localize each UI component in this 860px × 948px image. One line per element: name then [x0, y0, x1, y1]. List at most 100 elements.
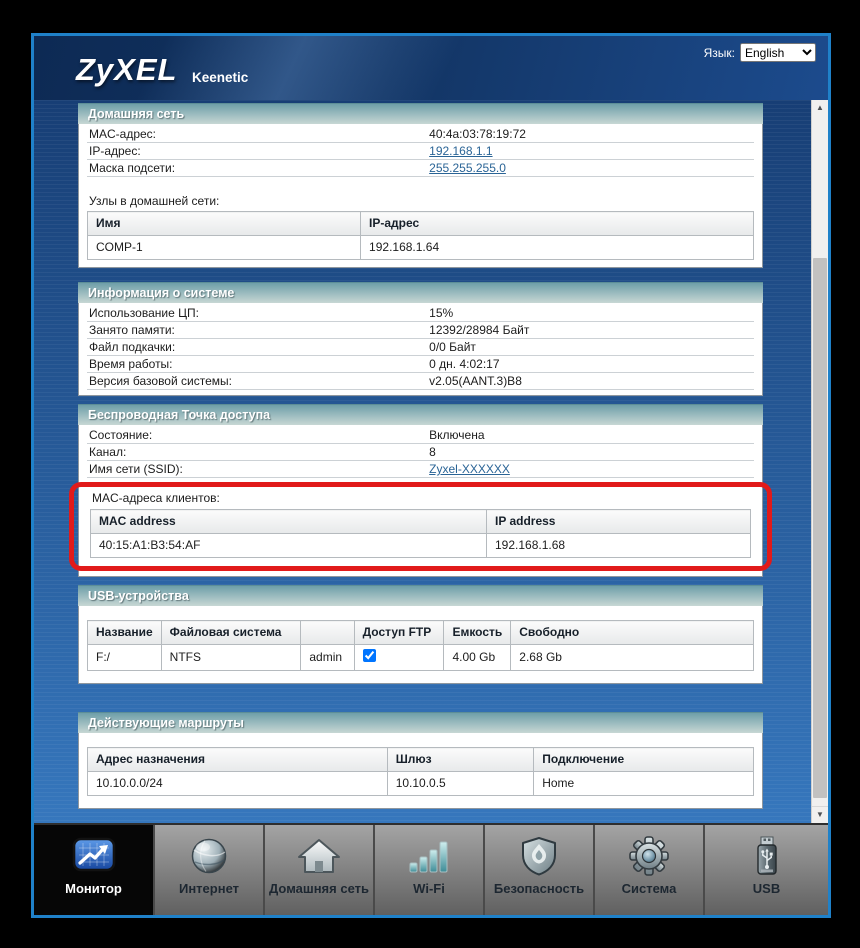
section-wireless-ap: Беспроводная Точка доступа Состояние: Вк…: [78, 404, 763, 577]
vertical-scrollbar[interactable]: ▲ ▼: [811, 100, 828, 823]
route-interface: Home: [534, 772, 754, 796]
client-mac: 40:15:A1:B3:54:AF: [91, 534, 487, 558]
column-header: IP address: [487, 510, 751, 534]
row-value: 40:4a:03:78:19:72: [429, 126, 526, 142]
model-name: Keenetic: [192, 70, 248, 85]
section-title: Домашняя сеть: [78, 103, 763, 124]
cpu-usage-value: 15%: [429, 305, 453, 321]
tab-system[interactable]: Система: [595, 825, 705, 915]
row-label: Версия базовой системы:: [87, 373, 429, 389]
usb-capacity: 4.00 Gb: [444, 645, 511, 671]
route-destination: 10.10.0.0/24: [88, 772, 388, 796]
row-label: Использование ЦП:: [87, 305, 429, 321]
router-admin-window: ZyXEL Keenetic Язык: English Домашняя се…: [31, 33, 831, 918]
info-row: Маска подсети: 255.255.255.0: [87, 160, 754, 177]
info-row: Версия базовой системы: v2.05(AANT.3)B8: [87, 373, 754, 390]
tab-home-network[interactable]: Домашняя сеть: [265, 825, 375, 915]
column-header: Емкость: [444, 621, 511, 645]
wifi-channel-value: 8: [429, 444, 436, 460]
tab-internet[interactable]: Интернет: [155, 825, 265, 915]
row-label: Состояние:: [87, 427, 429, 443]
column-header: Шлюз: [387, 748, 534, 772]
ftp-checkbox[interactable]: [363, 649, 376, 662]
section-home-network: Домашняя сеть MAC-адрес: 40:4a:03:78:19:…: [78, 103, 763, 268]
system-icon: [628, 833, 670, 879]
column-header: IP-адрес: [361, 212, 754, 236]
firmware-version-value: v2.05(AANT.3)B8: [429, 373, 522, 389]
tab-usb[interactable]: USB: [705, 825, 828, 915]
hosts-table: Имя IP-адрес COMP-1 192.168.1.64: [87, 211, 754, 260]
uptime-value: 0 дн. 4:02:17: [429, 356, 499, 372]
tab-label: Wi-Fi: [413, 881, 445, 896]
row-label: MAC-адрес:: [87, 126, 429, 142]
ssid-link[interactable]: Zyxel-XXXXXX: [429, 462, 510, 476]
usb-icon: [755, 833, 779, 879]
security-icon: [519, 833, 559, 879]
tab-security[interactable]: Безопасность: [485, 825, 595, 915]
usb-user: admin: [301, 645, 354, 671]
row-label: IP-адрес:: [87, 143, 429, 159]
column-header: Доступ FTP: [354, 621, 444, 645]
column-header: Название: [88, 621, 162, 645]
wifi-icon: [406, 833, 452, 879]
info-row: Канал: 8: [87, 444, 754, 461]
info-row: Использование ЦП: 15%: [87, 305, 754, 322]
status-sections: Домашняя сеть MAC-адрес: 40:4a:03:78:19:…: [78, 103, 763, 809]
table-row: F:/ NTFS admin 4.00 Gb 2.68 Gb: [88, 645, 754, 671]
tab-label: Монитор: [65, 881, 122, 896]
ip-address-link[interactable]: 192.168.1.1: [429, 144, 492, 158]
column-header: MAC address: [91, 510, 487, 534]
red-highlight-annotation: MAC-адреса клиентов: MAC address IP addr…: [69, 482, 772, 571]
info-row: IP-адрес: 192.168.1.1: [87, 143, 754, 160]
scroll-up-button[interactable]: ▲: [812, 100, 828, 116]
swap-value: 0/0 Байт: [429, 339, 476, 355]
routes-table: Адрес назначения Шлюз Подключение 10.10.…: [87, 747, 754, 796]
subnet-mask-link[interactable]: 255.255.255.0: [429, 161, 506, 175]
table-row: COMP-1 192.168.1.64: [88, 236, 754, 260]
usb-free-space: 2.68 Gb: [511, 645, 754, 671]
column-header: Адрес назначения: [88, 748, 388, 772]
scrollbar-thumb[interactable]: [813, 258, 827, 798]
monitor-icon: [71, 833, 117, 879]
column-header: [301, 621, 354, 645]
info-row: Имя сети (SSID): Zyxel-XXXXXX: [87, 461, 754, 478]
row-label: Канал:: [87, 444, 429, 460]
row-label: Файл подкачки:: [87, 339, 429, 355]
info-row: Файл подкачки: 0/0 Байт: [87, 339, 754, 356]
host-ip: 192.168.1.64: [361, 236, 754, 260]
zyxel-logo: ZyXEL: [76, 52, 177, 88]
client-ip: 192.168.1.68: [487, 534, 751, 558]
table-row: 40:15:A1:B3:54:AF 192.168.1.68: [91, 534, 751, 558]
section-usb-devices: USB-устройства Название Файловая система…: [78, 585, 763, 684]
table-row: 10.10.0.0/24 10.10.0.5 Home: [88, 772, 754, 796]
usb-devices-table: Название Файловая система Доступ FTP Емк…: [87, 620, 754, 671]
language-select[interactable]: English: [740, 43, 816, 62]
scroll-down-button[interactable]: ▼: [812, 806, 828, 823]
tab-label: Система: [622, 881, 677, 896]
tab-label: USB: [753, 881, 780, 896]
tab-label: Домашняя сеть: [269, 881, 369, 896]
wifi-state-value: Включена: [429, 427, 484, 443]
usb-filesystem: NTFS: [161, 645, 301, 671]
home-network-icon: [297, 833, 341, 879]
language-label: Язык:: [704, 46, 735, 60]
bottom-nav: Монитор Интернет: [34, 823, 828, 915]
tab-label: Интернет: [179, 881, 239, 896]
usb-volume-name: F:/: [88, 645, 162, 671]
app-header: ZyXEL Keenetic Язык: English: [34, 36, 828, 100]
column-header: Файловая система: [161, 621, 301, 645]
hosts-label: Узлы в домашней сети:: [87, 194, 754, 209]
tab-wifi[interactable]: Wi-Fi: [375, 825, 485, 915]
row-label: Имя сети (SSID):: [87, 461, 429, 477]
row-label: Время работы:: [87, 356, 429, 372]
tab-monitor[interactable]: Монитор: [34, 825, 155, 915]
internet-icon: [189, 833, 229, 879]
row-label: Маска подсети:: [87, 160, 429, 176]
section-system-info: Информация о системе Использование ЦП: 1…: [78, 282, 763, 396]
clients-label: MAC-адреса клиентов:: [90, 491, 751, 506]
section-active-routes: Действующие маршруты Адрес назначения Шл…: [78, 712, 763, 809]
content-area: Домашняя сеть MAC-адрес: 40:4a:03:78:19:…: [34, 100, 828, 823]
row-label: Занято памяти:: [87, 322, 429, 338]
host-name: COMP-1: [88, 236, 361, 260]
info-row: MAC-адрес: 40:4a:03:78:19:72: [87, 126, 754, 143]
